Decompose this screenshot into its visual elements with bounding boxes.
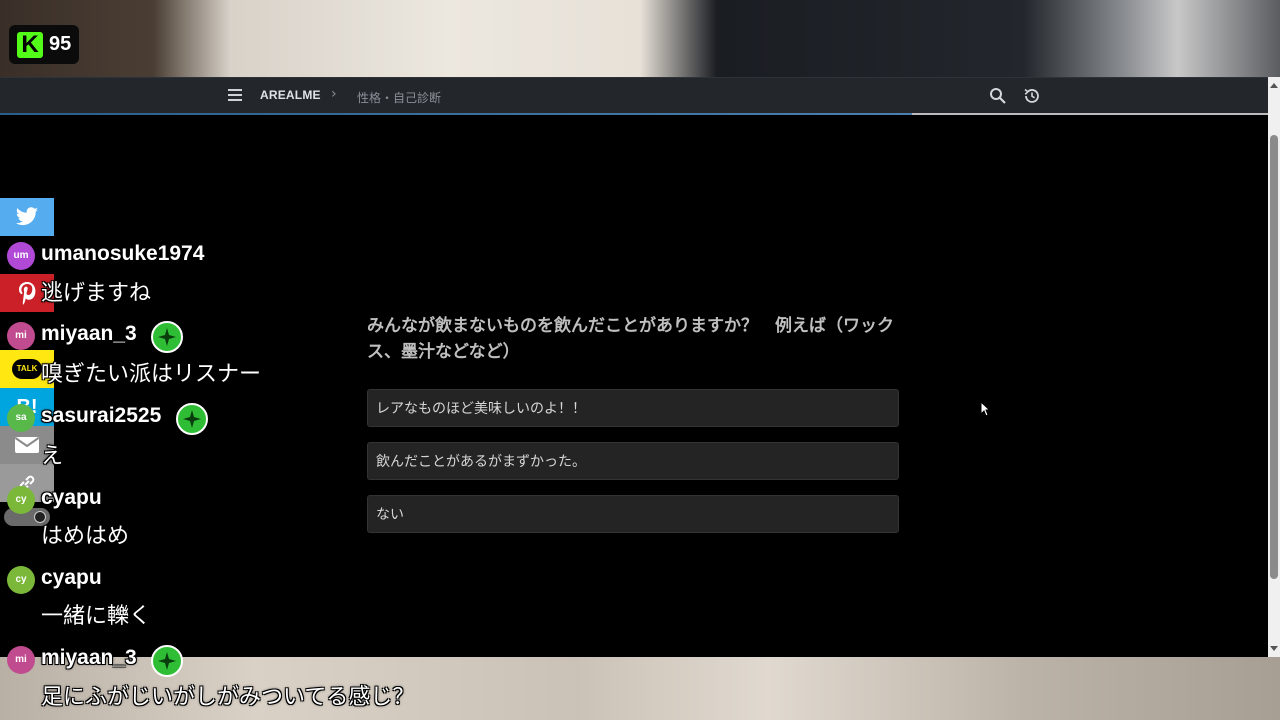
avatar: mi [7,322,35,350]
mail-icon [14,437,40,453]
chevron-right-icon: › [331,86,337,102]
progress-bar-track [912,113,1268,115]
twitter-share-button[interactable] [0,198,54,236]
chat-username: miyaan_3 [41,322,137,345]
quiz-question: みんなが飲まないものを飲んだことがありますか？ 例えば（ワックス、墨汁などなど） [367,316,894,362]
scrollbar[interactable] [1268,77,1280,657]
search-icon[interactable] [989,87,1007,105]
mouse-cursor-icon [980,401,990,417]
answer-option[interactable]: 飲んだことがあるがまずかった。 [367,442,899,480]
chat-text: え [41,444,64,469]
avatar: sa [7,404,35,432]
scroll-down-arrow-icon[interactable] [1270,646,1278,651]
chat-username: sasurai2525 [41,404,162,427]
subscriber-badge-icon [151,321,183,353]
avatar: um [7,242,35,270]
chat-username: umanosuke1974 [41,242,205,265]
chat-username: miyaan_3 [41,646,137,669]
history-icon[interactable] [1022,86,1042,106]
pinterest-icon [19,282,36,305]
chat-text: 足にふがじいがしがみついてる感じ？ [41,685,415,710]
webcam-feed-top [0,0,1280,78]
viewer-count: 95 [49,33,72,55]
scroll-up-arrow-icon[interactable] [1270,83,1278,88]
chat-text: 一緒に轢く [41,604,152,629]
breadcrumb-category[interactable]: 性格・自己診断 [357,89,441,106]
avatar: mi [7,646,35,674]
chat-username: cyapu [41,566,102,589]
site-brand[interactable]: AREALME [260,88,321,102]
scrollbar-thumb[interactable] [1270,135,1278,579]
menu-icon[interactable] [228,89,242,101]
subscriber-badge-icon [176,403,208,435]
answer-option[interactable]: ない [367,495,899,533]
chat-text: 嗅ぎたい派はリスナー [41,362,262,387]
twitter-icon [16,207,38,226]
chat-text: はめはめ [41,524,130,549]
subscriber-badge-icon [151,645,183,677]
viewer-count-badge: K 95 [9,25,79,64]
line-icon: TALK [12,359,42,379]
progress-bar [0,113,912,115]
avatar: cy [7,486,35,514]
chat-text: 逃げますね [41,281,152,306]
kick-logo-icon: K [17,31,43,58]
avatar: cy [7,566,35,594]
site-navbar: AREALME › 性格・自己診断 [0,77,1268,114]
chat-username: cyapu [41,486,102,509]
answer-option[interactable]: レアなものほど美味しいのよ！！ [367,389,899,427]
